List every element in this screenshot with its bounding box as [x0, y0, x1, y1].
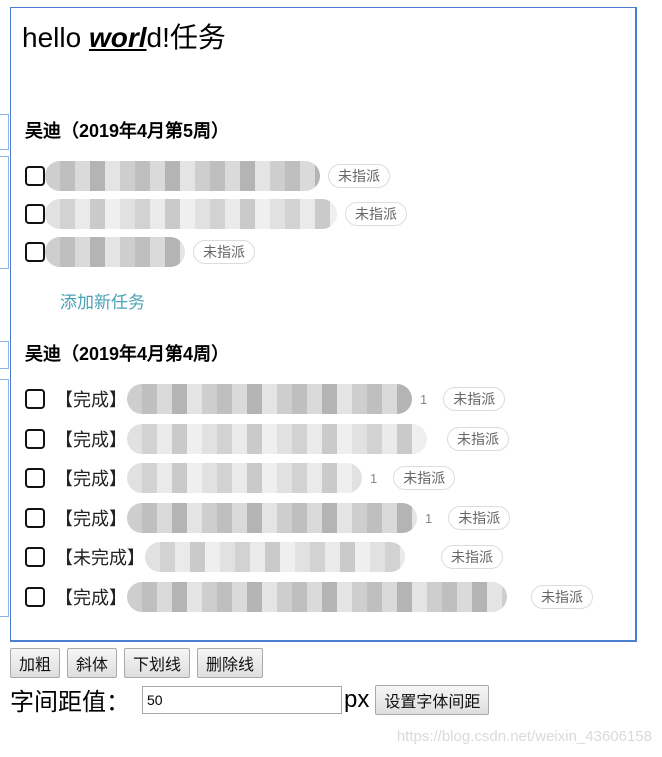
- task-suffix: 1: [425, 510, 433, 526]
- strikethrough-button[interactable]: 删除线: [197, 648, 264, 678]
- assign-tag[interactable]: 未指派: [443, 387, 506, 411]
- editor-title: hello world!任务: [22, 21, 226, 55]
- task-checkbox[interactable]: [25, 166, 45, 186]
- group-title: 吴迪（2019年4月第4周）: [25, 344, 230, 364]
- redacted-task-text: [45, 199, 337, 229]
- task-checkbox[interactable]: [25, 429, 45, 449]
- task-status: 【完成】: [55, 509, 127, 529]
- redacted-task-text: [45, 161, 320, 191]
- task-row[interactable]: 未指派: [25, 161, 390, 191]
- assign-tag[interactable]: 未指派: [345, 202, 407, 226]
- block-marker: [0, 341, 9, 369]
- task-status: 【未完成】: [55, 548, 145, 568]
- title-suffix-text: d!任务: [146, 22, 226, 53]
- task-checkbox[interactable]: [25, 204, 45, 224]
- title-plain-text: hello: [22, 22, 89, 53]
- task-row[interactable]: 【未完成】 未指派: [25, 542, 503, 572]
- rich-text-editor[interactable]: hello world!任务 吴迪（2019年4月第5周） 未指派 未指派 未指…: [10, 7, 637, 642]
- unit-label: px: [344, 685, 370, 713]
- task-checkbox[interactable]: [25, 587, 45, 607]
- group-title: 吴迪（2019年4月第5周）: [25, 121, 230, 141]
- task-checkbox[interactable]: [25, 242, 45, 262]
- block-marker: [0, 379, 9, 617]
- task-checkbox[interactable]: [25, 547, 45, 567]
- task-status: 【完成】: [55, 430, 127, 450]
- task-checkbox[interactable]: [25, 508, 45, 528]
- redacted-task-text: [127, 582, 507, 612]
- redacted-task-text: [127, 384, 412, 414]
- task-suffix: 1: [370, 470, 378, 486]
- letter-spacing-row: 字间距值： px 设置字体间距: [10, 682, 490, 717]
- block-marker: [0, 156, 9, 269]
- italic-button[interactable]: 斜体: [67, 648, 118, 678]
- set-letter-spacing-button[interactable]: 设置字体间距: [375, 684, 490, 715]
- redacted-task-text: [145, 542, 405, 572]
- letter-spacing-input[interactable]: [142, 685, 342, 714]
- task-checkbox[interactable]: [25, 468, 45, 488]
- task-row[interactable]: 未指派: [25, 199, 407, 229]
- task-row[interactable]: 【完成】 未指派: [25, 424, 509, 454]
- format-toolbar: 加粗 斜体 下划线 删除线: [10, 648, 264, 678]
- task-status: 【完成】: [55, 390, 127, 410]
- redacted-task-text: [127, 424, 427, 454]
- task-row[interactable]: 【完成】 1 未指派: [25, 463, 456, 493]
- title-styled-text: worl: [88, 22, 147, 53]
- task-status: 【完成】: [55, 588, 127, 608]
- assign-tag[interactable]: 未指派: [328, 164, 390, 188]
- task-suffix: 1: [420, 391, 428, 407]
- assign-tag[interactable]: 未指派: [447, 427, 509, 451]
- task-status: 【完成】: [55, 469, 127, 489]
- task-row[interactable]: 未指派: [25, 237, 255, 267]
- add-task-link[interactable]: 添加新任务: [60, 288, 145, 313]
- assign-tag[interactable]: 未指派: [441, 545, 503, 569]
- watermark: https://blog.csdn.net/weixin_43606158: [396, 728, 652, 745]
- redacted-task-text: [127, 503, 417, 533]
- assign-tag[interactable]: 未指派: [531, 585, 593, 609]
- bold-button[interactable]: 加粗: [10, 648, 61, 678]
- redacted-task-text: [45, 237, 185, 267]
- block-marker: [0, 114, 9, 150]
- task-row[interactable]: 【完成】 1 未指派: [25, 384, 506, 414]
- assign-tag[interactable]: 未指派: [393, 466, 456, 490]
- task-row[interactable]: 【完成】 1 未指派: [25, 503, 511, 533]
- task-row[interactable]: 【完成】 未指派: [25, 582, 593, 612]
- redacted-task-text: [127, 463, 362, 493]
- task-checkbox[interactable]: [25, 389, 45, 409]
- assign-tag[interactable]: 未指派: [448, 506, 511, 530]
- letter-spacing-label: 字间距值：: [10, 689, 130, 716]
- underline-button[interactable]: 下划线: [124, 648, 191, 678]
- assign-tag[interactable]: 未指派: [193, 240, 255, 264]
